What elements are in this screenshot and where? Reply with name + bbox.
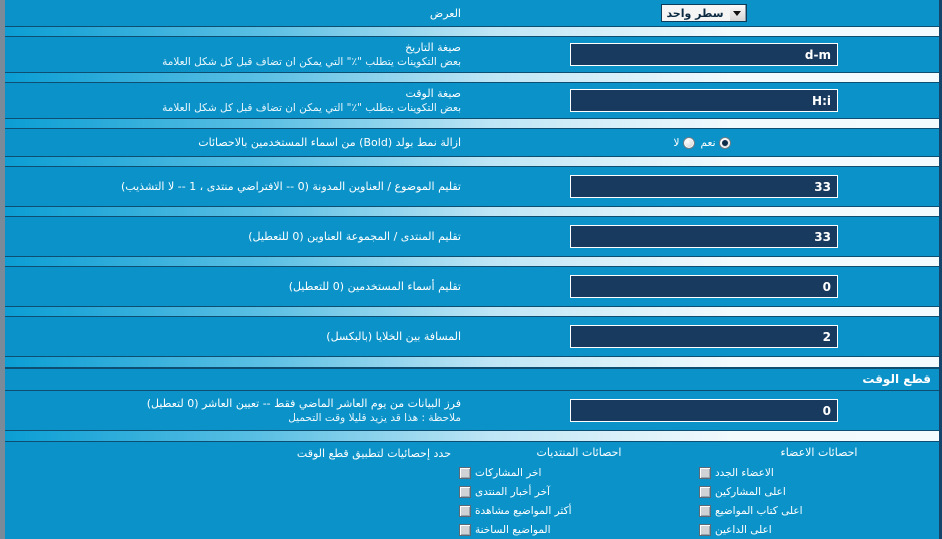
date-format-label: صيغة التاريخ xyxy=(405,40,461,54)
timecut-select-label-cell: حدد إحصائيات لتطبيق قطع الوقت xyxy=(5,444,459,539)
bold-removal-label-cell: ازالة نمط بولد (Bold) من اسماء المستخدمي… xyxy=(5,131,469,154)
checkbox-row-new-members[interactable]: الاعضاء الجدد xyxy=(699,463,939,482)
checkbox-row-top-referrers[interactable]: اعلى الداعين xyxy=(699,520,939,539)
checkbox-row-top-thread-starters[interactable]: اعلى كتاب المواضيع xyxy=(699,501,939,520)
members-checkbox-list: الاعضاء الجدد اعلى المشاركين اعلى كتاب ا… xyxy=(699,463,939,539)
chevron-down-icon[interactable] xyxy=(729,5,746,21)
bold-removal-option-no[interactable]: لا xyxy=(673,136,695,149)
checkbox-label: اعلى كتاب المواضيع xyxy=(715,504,803,517)
checkbox-icon[interactable] xyxy=(699,504,711,517)
checkbox-row-most-viewed-threads[interactable]: أكثر المواضيع مشاهدة xyxy=(459,501,699,520)
checkbox-icon[interactable] xyxy=(459,485,471,498)
row-trim-usernames: تقليم أسماء المستخدمين (0 للتعطيل) xyxy=(5,267,939,306)
row-display: سطر واحد العرض xyxy=(5,0,939,26)
checkbox-icon[interactable] xyxy=(699,485,711,498)
cell-spacing-label: المسافة بين الخلايا (بالبكسل) xyxy=(326,330,461,343)
trim-titles-input-cell xyxy=(469,175,939,198)
row-time-format: صيغة الوقت بعض التكوينات يتطلب "٪" التي … xyxy=(5,83,939,118)
date-format-label-cell: صيغة التاريخ بعض التكوينات يتطلب "٪" الت… xyxy=(5,36,469,74)
members-column-title: احصائات الاعضاء xyxy=(780,446,858,459)
row-cell-spacing: المسافة بين الخلايا (بالبكسل) xyxy=(5,317,939,356)
checkbox-row-top-posters[interactable]: اعلى المشاركين xyxy=(699,482,939,501)
checkbox-icon[interactable] xyxy=(699,466,711,479)
timecut-sort-label: فرز البيانات من يوم العاشر الماضي فقط --… xyxy=(146,396,461,410)
trim-titles-input[interactable] xyxy=(570,175,838,198)
checkbox-icon[interactable] xyxy=(699,523,711,536)
timecut-section-header: قطع الوقت xyxy=(5,368,939,391)
time-format-sub: بعض التكوينات يتطلب "٪" التي يمكن ان تضا… xyxy=(162,101,461,114)
timecut-sort-label-cell: فرز البيانات من يوم العاشر الماضي فقط --… xyxy=(5,392,469,430)
checkbox-label: آخر أخبار المنتدى xyxy=(475,485,550,498)
radio-no-icon[interactable] xyxy=(682,136,695,149)
display-select-value: سطر واحد xyxy=(662,5,730,21)
time-format-input[interactable] xyxy=(570,89,838,112)
display-select-cell: سطر واحد xyxy=(469,4,939,22)
bold-removal-label: ازالة نمط بولد (Bold) من اسماء المستخدمي… xyxy=(198,136,461,149)
separator-8 xyxy=(5,356,939,368)
timecut-sort-input[interactable] xyxy=(570,399,838,422)
separator-6 xyxy=(5,256,939,267)
trim-titles-label: تقليم الموضوع / العناوين المدونة (0 -- ا… xyxy=(121,180,461,193)
checkbox-label: اخر المشاركات xyxy=(475,466,542,479)
separator-7 xyxy=(5,306,939,317)
date-format-sub: بعض التكوينات يتطلب "٪" التي يمكن ان تضا… xyxy=(162,55,461,68)
timecut-heading: قطع الوقت xyxy=(862,372,931,386)
trim-usernames-label-cell: تقليم أسماء المستخدمين (0 للتعطيل) xyxy=(5,275,469,298)
trim-forum-label-cell: تقليم المنتدى / المجموعة العناوين (0 للت… xyxy=(5,225,469,248)
checkbox-label: أكثر المواضيع مشاهدة xyxy=(475,504,572,517)
row-trim-forum: تقليم المنتدى / المجموعة العناوين (0 للت… xyxy=(5,217,939,256)
trim-forum-label: تقليم المنتدى / المجموعة العناوين (0 للت… xyxy=(248,230,461,243)
forums-checkbox-list: اخر المشاركات آخر أخبار المنتدى أكثر الم… xyxy=(459,463,699,539)
trim-usernames-input-cell xyxy=(469,275,939,298)
trim-forum-input[interactable] xyxy=(570,225,838,248)
bold-removal-option-yes[interactable]: نعم xyxy=(700,136,731,149)
settings-panel: سطر واحد العرض صيغة التاريخ بعض التكوينا… xyxy=(0,0,942,539)
checkbox-label: اعلى الداعين xyxy=(715,523,772,536)
row-date-format: صيغة التاريخ بعض التكوينات يتطلب "٪" الت… xyxy=(5,37,939,72)
separator-9 xyxy=(5,430,939,442)
checkbox-row-hot-threads[interactable]: المواضيع الساخنة xyxy=(459,520,699,539)
trim-titles-label-cell: تقليم الموضوع / العناوين المدونة (0 -- ا… xyxy=(5,175,469,198)
display-select[interactable]: سطر واحد xyxy=(661,4,747,22)
trim-forum-input-cell xyxy=(469,225,939,248)
time-format-label-cell: صيغة الوقت بعض التكوينات يتطلب "٪" التي … xyxy=(5,82,469,120)
display-label-cell: العرض xyxy=(5,2,469,25)
forums-column-title: احصائات المنتديات xyxy=(536,446,622,459)
separator-5 xyxy=(5,206,939,217)
display-label: العرض xyxy=(429,6,461,20)
cell-spacing-input[interactable] xyxy=(570,325,838,348)
separator-4 xyxy=(5,156,939,167)
checkbox-label: اعلى المشاركين xyxy=(715,485,786,498)
timecut-sort-note: ملاحظة : هذا قد يزيد قليلا وقت التحميل xyxy=(288,411,461,424)
cell-spacing-input-cell xyxy=(469,325,939,348)
date-format-input-cell xyxy=(469,43,939,66)
row-trim-titles: تقليم الموضوع / العناوين المدونة (0 -- ا… xyxy=(5,167,939,206)
timecut-sort-input-cell xyxy=(469,399,939,422)
checkbox-icon[interactable] xyxy=(459,523,471,536)
bold-removal-radio-cell: نعم لا xyxy=(469,136,939,149)
radio-yes-icon[interactable] xyxy=(718,136,731,149)
checkbox-icon[interactable] xyxy=(459,466,471,479)
date-format-input[interactable] xyxy=(570,43,838,66)
trim-usernames-label: تقليم أسماء المستخدمين (0 للتعطيل) xyxy=(288,280,461,293)
checkbox-label: الاعضاء الجدد xyxy=(715,466,774,479)
trim-usernames-input[interactable] xyxy=(570,275,838,298)
timecut-stats-selector: احصائات الاعضاء الاعضاء الجدد اعلى المشا… xyxy=(5,442,939,539)
bold-removal-radio-group: نعم لا xyxy=(673,136,735,149)
time-format-label: صيغة الوقت xyxy=(405,86,461,100)
separator-3 xyxy=(5,118,939,129)
checkbox-row-latest-news[interactable]: آخر أخبار المنتدى xyxy=(459,482,699,501)
row-timecut-sort: فرز البيانات من يوم العاشر الماضي فقط --… xyxy=(5,391,939,430)
radio-yes-label: نعم xyxy=(700,136,716,149)
members-stats-column: احصائات الاعضاء الاعضاء الجدد اعلى المشا… xyxy=(699,444,939,539)
cell-spacing-label-cell: المسافة بين الخلايا (بالبكسل) xyxy=(5,325,469,348)
checkbox-label: المواضيع الساخنة xyxy=(475,523,551,536)
checkbox-row-latest-posts[interactable]: اخر المشاركات xyxy=(459,463,699,482)
checkbox-icon[interactable] xyxy=(459,504,471,517)
forums-stats-column: احصائات المنتديات اخر المشاركات آخر أخبا… xyxy=(459,444,699,539)
row-bold-removal: نعم لا ازالة نمط بولد (Bold) من اسماء ال… xyxy=(5,129,939,156)
time-format-input-cell xyxy=(469,89,939,112)
radio-no-label: لا xyxy=(673,136,680,149)
timecut-select-label: حدد إحصائيات لتطبيق قطع الوقت xyxy=(296,447,451,460)
